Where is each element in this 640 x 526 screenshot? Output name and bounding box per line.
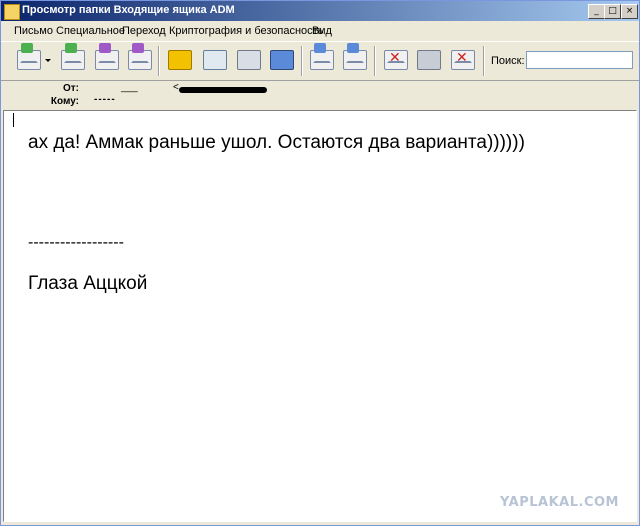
toolbar-divider: [301, 46, 303, 76]
view-button[interactable]: [200, 46, 228, 74]
redaction-mark: [179, 87, 267, 93]
message-line: ах да! Аммак раньше ушол. Остаются два в…: [28, 132, 525, 153]
reply-button[interactable]: [14, 43, 42, 74]
search-input[interactable]: [526, 51, 633, 69]
folder-icon: [4, 4, 20, 20]
save-icon: [270, 50, 294, 70]
forward-icon: [61, 50, 85, 70]
copy-button[interactable]: [125, 43, 153, 74]
menu-item-special[interactable]: Специальное: [56, 25, 125, 37]
view-icon: [203, 50, 227, 70]
menu-item-crypto[interactable]: Криптография и безопасность: [169, 25, 323, 37]
next-button[interactable]: [340, 43, 368, 74]
menu-item-go[interactable]: Переход: [122, 25, 166, 37]
trash-icon: [417, 50, 441, 70]
signature-separator: ------------------: [28, 234, 124, 251]
window-title: Просмотр папки Входящие ящика ADM: [22, 4, 235, 16]
address-book-button[interactable]: [165, 46, 193, 74]
watermark: YAPLAKAL.COM: [500, 495, 619, 510]
next-icon: [343, 50, 367, 70]
previous-icon: [310, 50, 334, 70]
print-icon: [237, 50, 261, 70]
toolbar-divider: [374, 46, 376, 76]
reply-icon: [17, 50, 41, 70]
toolbar-divider: [158, 46, 160, 76]
message-header: От: ___ < Кому: -----: [1, 80, 639, 110]
chevron-down-icon[interactable]: [45, 59, 51, 62]
mail-window: Просмотр папки Входящие ящика ADM _ □ × …: [0, 0, 640, 526]
move-button[interactable]: [92, 43, 120, 74]
save-button[interactable]: [267, 46, 295, 74]
copy-icon: [128, 50, 152, 70]
address-book-icon: [168, 50, 192, 70]
forward-button[interactable]: [58, 43, 86, 74]
move-icon: [95, 50, 119, 70]
to-label: Кому:: [50, 96, 79, 107]
title-bar: Просмотр папки Входящие ящика ADM _ □ ×: [1, 1, 639, 21]
previous-button[interactable]: [307, 43, 335, 74]
text-caret: [13, 113, 14, 127]
menu-bar: Письмо Специальное Переход Криптография …: [1, 22, 639, 40]
close-button[interactable]: ×: [621, 4, 638, 19]
toolbar: ✕ ✕ Поиск:: [1, 41, 639, 81]
trash-button[interactable]: [414, 46, 442, 74]
from-value: ___: [121, 82, 138, 93]
to-value[interactable]: -----: [94, 94, 116, 105]
maximize-button[interactable]: □: [604, 4, 621, 19]
menu-item-view[interactable]: Вид: [312, 25, 332, 37]
menu-item-letter[interactable]: Письмо: [14, 25, 53, 37]
purge-button[interactable]: ✕: [448, 46, 476, 74]
minimize-button[interactable]: _: [588, 4, 605, 19]
search-label: Поиск:: [491, 55, 525, 67]
message-body[interactable]: ах да! Аммак раньше ушол. Остаются два в…: [3, 110, 637, 522]
from-address[interactable]: <: [173, 82, 179, 93]
toolbar-divider: [483, 46, 485, 76]
signature: Глаза Аццкой: [28, 273, 148, 294]
from-label: От:: [62, 83, 79, 94]
delete-button[interactable]: ✕: [381, 46, 409, 74]
print-button[interactable]: [234, 46, 262, 74]
